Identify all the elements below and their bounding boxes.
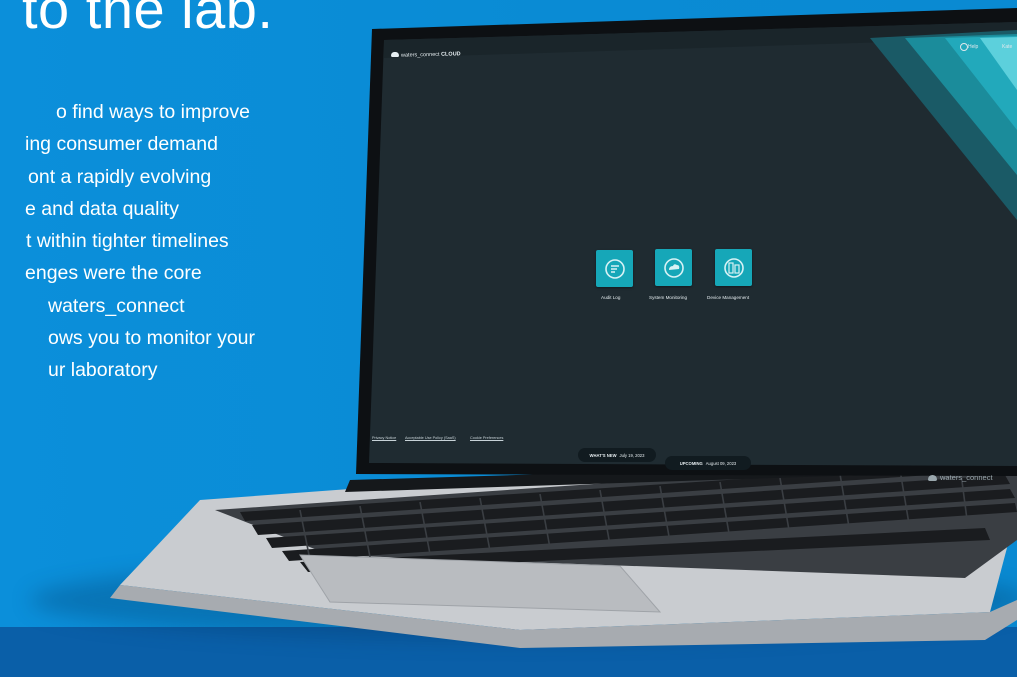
user-menu[interactable]: Kate (1002, 44, 1012, 50)
devices-icon (723, 257, 744, 278)
device-management-label: Device Management (707, 295, 750, 300)
upcoming-pill[interactable]: UPCOMING August 09, 2023 (665, 456, 751, 470)
app-screen: waters_connect CLOUD Help Kate Audit Log… (0, 0, 1017, 677)
help-icon[interactable] (960, 43, 968, 51)
help-link[interactable]: Help (968, 44, 978, 50)
cloud-monitor-icon (663, 257, 684, 278)
system-monitoring-label: System Monitoring (649, 295, 688, 300)
audit-log-tile[interactable] (596, 250, 633, 287)
system-monitoring-tile[interactable] (655, 249, 692, 286)
watermark-logo: waters_connect (940, 473, 993, 482)
cookie-preferences-link[interactable]: Cookie Preferences (470, 436, 503, 440)
whats-new-pill[interactable]: WHAT'S NEW July 19, 2023 (578, 448, 656, 462)
watermark-cloud-icon (928, 475, 937, 481)
cloud-logo-icon (391, 52, 399, 57)
acceptable-use-link[interactable]: Acceptable Use Policy (SaaS) (405, 436, 456, 440)
audit-log-label: Audit Log (601, 295, 621, 300)
app-title: waters_connect CLOUD (400, 51, 461, 59)
device-management-tile[interactable] (715, 249, 752, 286)
document-search-icon (604, 258, 625, 279)
privacy-notice-link[interactable]: Privacy Notice (372, 436, 396, 440)
